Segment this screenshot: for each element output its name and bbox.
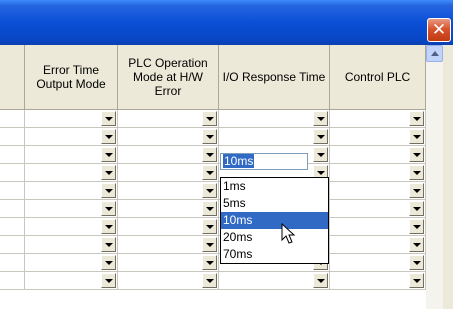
chevron-down-icon[interactable] (409, 129, 424, 144)
chevron-down-icon[interactable] (101, 255, 116, 270)
mouse-pointer-icon (281, 223, 296, 244)
table-cell[interactable] (118, 146, 219, 164)
chevron-down-icon[interactable] (202, 255, 217, 270)
table-cell[interactable] (118, 128, 219, 146)
client-area: Error Time Output Mode PLC Operation Mode… (0, 45, 453, 309)
chevron-down-icon[interactable] (101, 129, 116, 144)
dropdown-option[interactable]: 5ms (221, 195, 328, 212)
table-cell[interactable] (219, 128, 330, 146)
table-cell[interactable] (25, 236, 118, 254)
table-cell[interactable] (118, 110, 219, 128)
chevron-down-icon[interactable] (409, 111, 424, 126)
row-header-cell[interactable] (0, 182, 25, 200)
table-cell[interactable] (118, 182, 219, 200)
chevron-down-icon[interactable] (409, 273, 424, 288)
row-header-cell[interactable] (0, 272, 25, 290)
chevron-down-icon[interactable] (202, 183, 217, 198)
row-header-cell[interactable] (0, 236, 25, 254)
dropdown-option[interactable]: 10ms (221, 212, 328, 229)
row-header-cell[interactable] (0, 110, 25, 128)
io-response-time-dropdown-list[interactable]: 1ms 5ms 10ms 20ms 70ms (220, 177, 329, 264)
settings-grid: Error Time Output Mode PLC Operation Mode… (0, 45, 426, 309)
chevron-down-icon[interactable] (101, 237, 116, 252)
row-header-cell[interactable] (0, 254, 25, 272)
dropdown-option[interactable]: 70ms (221, 246, 328, 263)
table-cell[interactable] (219, 110, 330, 128)
chevron-down-icon[interactable] (409, 147, 424, 162)
chevron-down-icon[interactable] (101, 273, 116, 288)
chevron-down-icon[interactable] (409, 201, 424, 216)
table-cell[interactable] (330, 164, 426, 182)
chevron-down-icon[interactable] (101, 165, 116, 180)
close-button[interactable]: ✕ (427, 18, 451, 42)
row-header-cell[interactable] (0, 128, 25, 146)
table-cell[interactable] (118, 164, 219, 182)
close-icon: ✕ (431, 20, 447, 40)
table-cell[interactable] (330, 236, 426, 254)
table-cell[interactable] (118, 272, 219, 290)
io-response-time-combobox[interactable]: 10ms (220, 153, 308, 170)
column-header[interactable]: Control PLC (330, 45, 426, 110)
table-cell[interactable] (25, 182, 118, 200)
row-header-cell[interactable] (0, 146, 25, 164)
table-cell[interactable] (118, 254, 219, 272)
chevron-down-icon[interactable] (202, 165, 217, 180)
table-cell[interactable] (330, 182, 426, 200)
chevron-down-icon[interactable] (313, 273, 328, 288)
table-cell[interactable] (330, 128, 426, 146)
dropdown-option[interactable]: 20ms (221, 229, 328, 246)
title-bar: ✕ (0, 0, 453, 45)
table-cell[interactable] (330, 146, 426, 164)
row-header-cell[interactable] (0, 164, 25, 182)
chevron-down-icon[interactable] (101, 147, 116, 162)
chevron-down-icon[interactable] (409, 183, 424, 198)
table-cell[interactable] (25, 146, 118, 164)
chevron-down-icon[interactable] (101, 183, 116, 198)
scroll-up-icon[interactable] (426, 45, 443, 62)
window-frame (443, 45, 453, 309)
table-cell[interactable] (118, 200, 219, 218)
chevron-down-icon[interactable] (202, 111, 217, 126)
table-cell[interactable] (330, 200, 426, 218)
chevron-down-icon[interactable] (202, 129, 217, 144)
chevron-down-icon[interactable] (409, 165, 424, 180)
chevron-down-icon[interactable] (202, 237, 217, 252)
table-cell[interactable] (330, 254, 426, 272)
chevron-down-icon[interactable] (409, 219, 424, 234)
chevron-down-icon[interactable] (101, 219, 116, 234)
table-cell[interactable] (25, 200, 118, 218)
table-cell[interactable] (330, 272, 426, 290)
chevron-down-icon[interactable] (202, 147, 217, 162)
chevron-down-icon[interactable] (202, 219, 217, 234)
chevron-down-icon[interactable] (202, 201, 217, 216)
column-header[interactable] (0, 45, 25, 110)
chevron-down-icon[interactable] (313, 129, 328, 144)
table-cell[interactable] (25, 128, 118, 146)
chevron-down-icon[interactable] (409, 237, 424, 252)
chevron-down-icon[interactable] (101, 111, 116, 126)
table-cell[interactable] (25, 254, 118, 272)
column-header[interactable]: PLC Operation Mode at H/W Error (118, 45, 219, 110)
table-cell[interactable] (330, 218, 426, 236)
combobox-value: 10ms (223, 154, 255, 168)
chevron-down-icon[interactable] (313, 111, 328, 126)
table-cell[interactable] (25, 110, 118, 128)
table-cell[interactable] (25, 272, 118, 290)
chevron-down-icon[interactable] (409, 255, 424, 270)
column-header[interactable]: I/O Response Time (219, 45, 330, 110)
table-cell[interactable] (118, 218, 219, 236)
chevron-down-icon[interactable] (202, 273, 217, 288)
row-header-cell[interactable] (0, 200, 25, 218)
vertical-scrollbar[interactable] (426, 45, 443, 309)
chevron-down-icon[interactable] (313, 147, 328, 162)
table-cell[interactable] (330, 110, 426, 128)
row-header-cell[interactable] (0, 218, 25, 236)
dropdown-option[interactable]: 1ms (221, 178, 328, 195)
table-cell[interactable] (219, 272, 330, 290)
table-cell[interactable] (118, 236, 219, 254)
table-cell[interactable] (25, 218, 118, 236)
column-header[interactable]: Error Time Output Mode (25, 45, 118, 110)
table-cell[interactable] (25, 164, 118, 182)
chevron-down-icon[interactable] (101, 201, 116, 216)
